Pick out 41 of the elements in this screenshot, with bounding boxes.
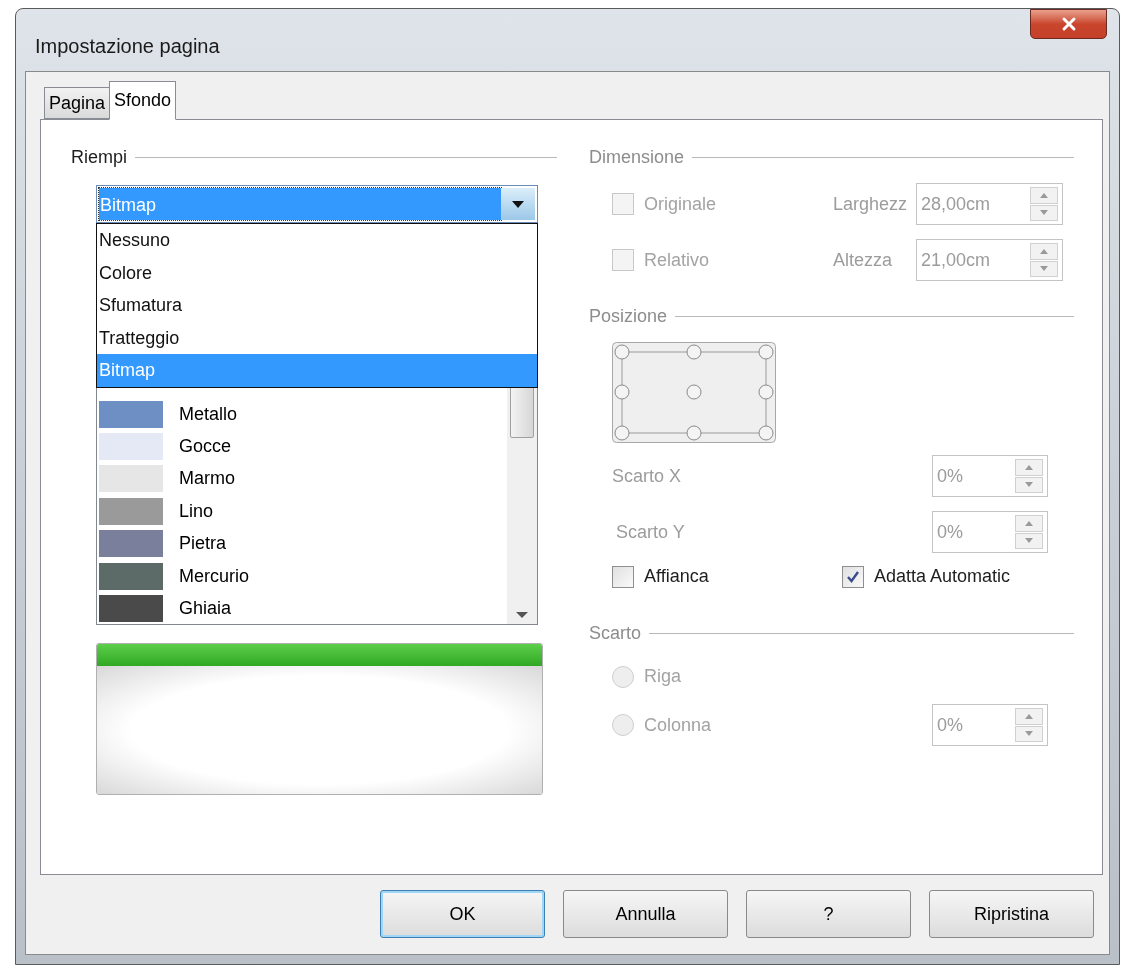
section-title: Scarto — [589, 622, 642, 645]
spinner-arrows-icon[interactable] — [1030, 187, 1058, 221]
spinner-arrows-icon[interactable] — [1030, 243, 1058, 277]
section-title: Dimensione — [589, 146, 685, 169]
offset-x-label: Scarto X — [612, 464, 683, 488]
spinner-arrows-icon[interactable] — [1015, 708, 1043, 742]
checkmark-icon — [846, 569, 860, 584]
menu-item[interactable]: Colore — [97, 256, 537, 290]
caret-icon — [501, 188, 535, 220]
checkbox-label: Adatta Automatic — [874, 565, 1011, 588]
list-item[interactable]: Pietra — [97, 527, 507, 560]
height-label: Altezza — [833, 248, 894, 272]
list-item[interactable]: Ghiaia — [97, 592, 507, 625]
checkbox-label: Originale — [644, 192, 717, 216]
list-item[interactable]: Metallo — [97, 398, 507, 431]
menu-item[interactable]: Nessuno — [97, 224, 537, 257]
width-label: Larghezz — [833, 192, 909, 216]
section-title: Riempi — [71, 146, 127, 169]
offset-y-label: Scarto Y — [616, 520, 686, 544]
dialog-button[interactable]: OK — [380, 890, 545, 938]
close-button[interactable] — [1030, 9, 1107, 39]
window-title: Impostazione pagina — [35, 34, 220, 59]
spinner-arrows-icon[interactable] — [1015, 515, 1043, 549]
tab[interactable]: Pagina — [44, 87, 110, 119]
spinner-arrows-icon[interactable] — [1015, 459, 1043, 493]
list-item[interactable]: Mercurio — [97, 559, 507, 593]
dialog-button[interactable]: Ripristina — [929, 890, 1094, 938]
dialog-button[interactable]: ? — [746, 890, 911, 938]
list-item[interactable]: Lino — [97, 495, 507, 528]
tab[interactable]: Sfondo — [109, 81, 177, 120]
menu-item[interactable]: Sfumatura — [97, 289, 537, 322]
checkbox-label: Relativo — [644, 248, 710, 272]
radio-label: Colonna — [644, 713, 712, 737]
checkbox-label: Affianca — [644, 565, 709, 588]
scroll-down-icon[interactable] — [516, 612, 528, 618]
dialog-button[interactable]: Annulla — [563, 890, 728, 938]
radio-label: Riga — [644, 665, 682, 688]
list-item[interactable]: Gocce — [97, 430, 507, 463]
section-title: Posizione — [589, 305, 668, 328]
menu-item[interactable]: Tratteggio — [97, 321, 537, 355]
list-item[interactable]: Marmo — [97, 462, 507, 496]
